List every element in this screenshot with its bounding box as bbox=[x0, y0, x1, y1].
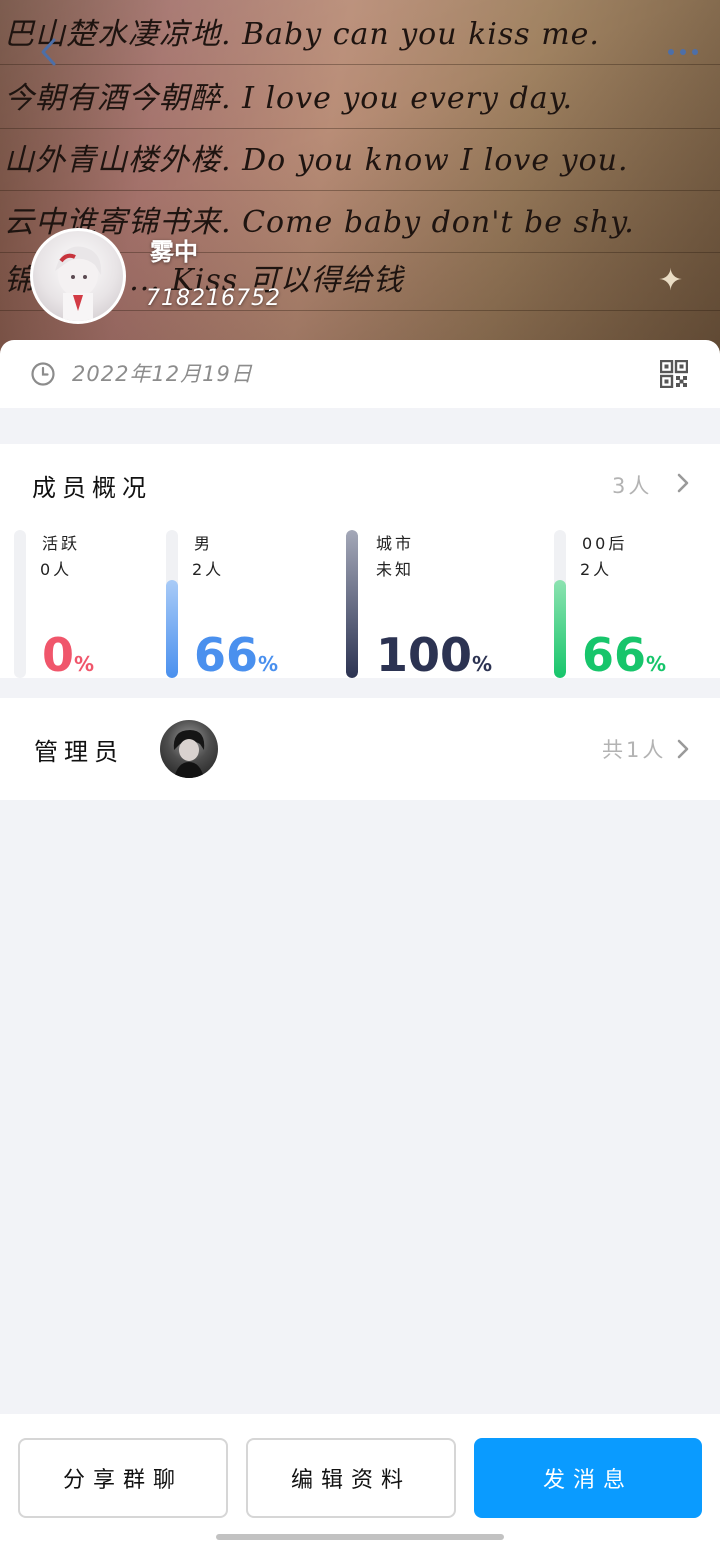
stat-unit: % bbox=[74, 652, 95, 676]
stat-bar bbox=[166, 530, 178, 678]
more-options-icon[interactable] bbox=[664, 38, 704, 58]
admin-count: 共1人 bbox=[602, 738, 667, 762]
members-overview-card[interactable]: 成员概况 3人 活跃 0人 0% 男 2人 66% 城市 未知 100% 00后… bbox=[0, 444, 720, 680]
home-indicator[interactable] bbox=[216, 1534, 504, 1540]
stat-post-00s: 00后 2人 66% bbox=[554, 530, 720, 680]
admin-avatar-image bbox=[173, 730, 205, 778]
stat-number: 100 bbox=[376, 628, 473, 682]
qr-code-icon[interactable] bbox=[660, 360, 688, 388]
stat-sub: 2人 bbox=[580, 560, 613, 579]
send-message-button[interactable]: 发消息 bbox=[474, 1438, 702, 1518]
stat-bar-fill bbox=[166, 580, 178, 678]
cover-line: 巴山楚水凄凉地. Baby can you kiss me. bbox=[0, 6, 720, 65]
chevron-right-icon[interactable] bbox=[676, 738, 690, 760]
stat-sub: 2人 bbox=[192, 560, 225, 579]
stat-bar bbox=[554, 530, 566, 678]
anime-avatar-image bbox=[55, 246, 102, 321]
admin-row[interactable]: 管理员 共1人 bbox=[0, 698, 720, 800]
stat-label: 男 bbox=[194, 534, 214, 553]
stat-value: 100% bbox=[376, 630, 492, 689]
stat-number: 66 bbox=[582, 628, 647, 682]
stat-value: 66% bbox=[194, 630, 278, 689]
stat-city: 城市 未知 100% bbox=[346, 530, 526, 680]
members-overview-title: 成员概况 bbox=[32, 474, 152, 502]
admin-title: 管理员 bbox=[34, 738, 124, 766]
created-date: 2022年12月19日 bbox=[72, 362, 253, 386]
stat-sub: 未知 bbox=[376, 560, 415, 579]
stat-bar bbox=[346, 530, 358, 678]
edit-profile-button[interactable]: 编辑资料 bbox=[246, 1438, 456, 1518]
stat-label: 00后 bbox=[582, 534, 628, 553]
created-date-row: 2022年12月19日 bbox=[0, 340, 720, 408]
group-id: 718216752 bbox=[146, 286, 281, 311]
stat-number: 0 bbox=[42, 628, 75, 682]
stat-sub: 0人 bbox=[40, 560, 73, 579]
clock-icon bbox=[31, 362, 55, 386]
group-avatar[interactable] bbox=[30, 228, 126, 324]
stat-value: 66% bbox=[582, 630, 666, 689]
group-name: 雾中 bbox=[150, 238, 198, 266]
group-cover-banner: 巴山楚水凄凉地. Baby can you kiss me. 今朝有酒今朝醉. … bbox=[0, 0, 720, 360]
cover-line: 今朝有酒今朝醉. I love you every day. bbox=[0, 70, 720, 129]
stat-unit: % bbox=[472, 652, 493, 676]
stat-value: 0% bbox=[42, 630, 94, 689]
stat-bar bbox=[14, 530, 26, 678]
stat-unit: % bbox=[646, 652, 667, 676]
admin-avatar[interactable] bbox=[160, 720, 218, 778]
back-arrow-icon[interactable] bbox=[34, 34, 64, 70]
sparkle-icon: ✦ bbox=[658, 263, 684, 298]
share-group-button[interactable]: 分享群聊 bbox=[18, 1438, 228, 1518]
stat-label: 城市 bbox=[376, 534, 415, 553]
stat-bar-fill bbox=[554, 580, 566, 678]
stat-male: 男 2人 66% bbox=[166, 530, 346, 680]
chevron-right-icon[interactable] bbox=[676, 472, 690, 494]
cover-line: 山外青山楼外楼. Do you know I love you. bbox=[0, 132, 720, 191]
stat-label: 活跃 bbox=[42, 534, 81, 553]
stat-bar-fill bbox=[346, 530, 358, 678]
bottom-action-bar: 分享群聊 编辑资料 发消息 bbox=[0, 1414, 720, 1542]
members-count: 3人 bbox=[612, 474, 653, 498]
stat-unit: % bbox=[258, 652, 279, 676]
stat-number: 66 bbox=[194, 628, 259, 682]
